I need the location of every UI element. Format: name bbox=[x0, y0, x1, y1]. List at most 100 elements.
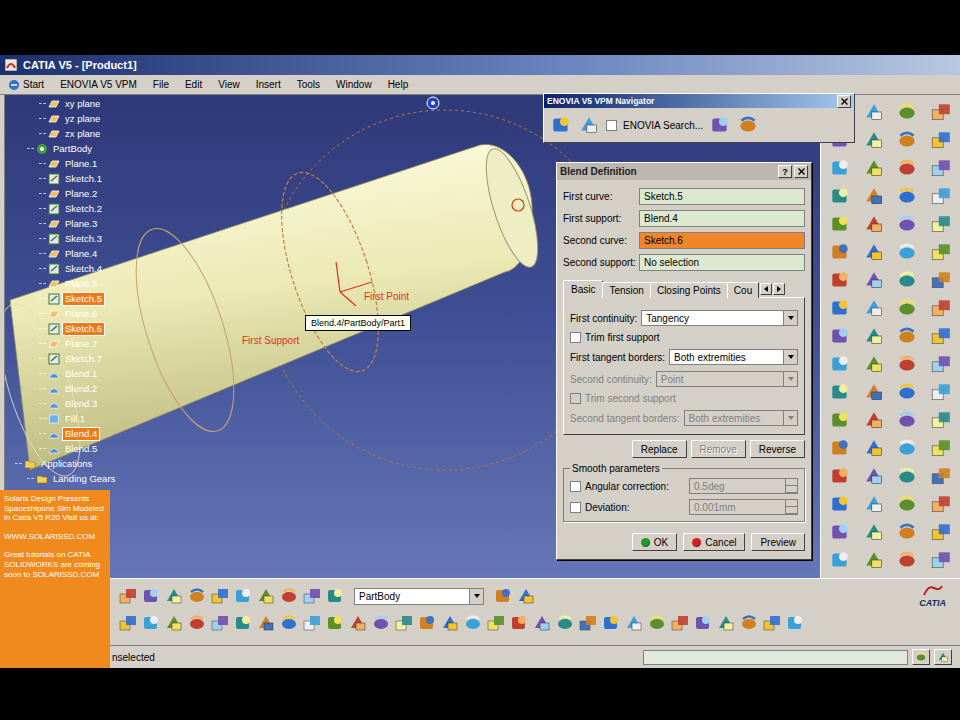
tool-icon[interactable] bbox=[896, 409, 918, 431]
tool-icon[interactable] bbox=[930, 101, 952, 123]
tool-icon[interactable] bbox=[930, 269, 952, 291]
tool-icon[interactable] bbox=[210, 613, 230, 633]
menu-item[interactable]: Tools bbox=[297, 79, 320, 90]
tool-icon[interactable] bbox=[118, 613, 138, 633]
tree-item[interactable]: Sketch.1 bbox=[9, 171, 118, 186]
tree-item[interactable]: Blend.1 bbox=[9, 366, 118, 381]
help-button[interactable]: ? bbox=[778, 165, 792, 178]
tool-icon[interactable] bbox=[863, 521, 885, 543]
tool-icon[interactable] bbox=[829, 409, 851, 431]
tree-label[interactable]: Blend.5 bbox=[62, 442, 100, 456]
tool-icon[interactable] bbox=[601, 613, 621, 633]
tool-icon[interactable] bbox=[829, 241, 851, 263]
tree-item[interactable]: Sketch.6 bbox=[9, 321, 118, 336]
search-checkbox[interactable] bbox=[606, 120, 617, 131]
tool-icon[interactable] bbox=[555, 613, 575, 633]
tab-scroll-left-button[interactable] bbox=[760, 283, 772, 295]
tree-label[interactable]: Applications bbox=[38, 457, 95, 471]
tool-icon[interactable] bbox=[233, 586, 253, 606]
search-label[interactable]: ENOVIA Search... bbox=[623, 120, 703, 131]
tool-icon[interactable] bbox=[829, 213, 851, 235]
tree-label[interactable]: Sketch.4 bbox=[62, 262, 105, 276]
checkbox[interactable] bbox=[570, 502, 581, 513]
tree-item[interactable]: PartBody bbox=[9, 141, 118, 156]
close-button[interactable] bbox=[794, 165, 808, 178]
tool-icon[interactable] bbox=[829, 381, 851, 403]
tool-icon[interactable] bbox=[550, 114, 572, 136]
tool-icon[interactable] bbox=[302, 613, 322, 633]
tool-icon[interactable] bbox=[896, 213, 918, 235]
tool-icon[interactable] bbox=[829, 297, 851, 319]
tree-item[interactable]: Blend.4 bbox=[9, 426, 118, 441]
tool-icon[interactable] bbox=[394, 613, 414, 633]
part-select[interactable]: PartBody bbox=[354, 588, 484, 605]
tool-icon[interactable] bbox=[930, 157, 952, 179]
tree-item[interactable]: Plane.3 bbox=[9, 216, 118, 231]
tree-item[interactable]: Blend.2 bbox=[9, 381, 118, 396]
tool-icon[interactable] bbox=[693, 613, 713, 633]
tool-icon[interactable] bbox=[863, 241, 885, 263]
tool-icon[interactable] bbox=[863, 465, 885, 487]
tool-icon[interactable] bbox=[578, 114, 600, 136]
tree-item[interactable]: yz plane bbox=[9, 111, 118, 126]
tool-icon[interactable] bbox=[118, 586, 138, 606]
tool-icon[interactable] bbox=[930, 493, 952, 515]
tree-label[interactable]: Sketch.5 bbox=[62, 292, 105, 306]
fuselage-surface[interactable] bbox=[10, 144, 532, 470]
tool-icon[interactable] bbox=[509, 613, 529, 633]
section-curve[interactable] bbox=[262, 161, 399, 382]
tool-icon[interactable] bbox=[829, 437, 851, 459]
selection-field[interactable]: No selection bbox=[639, 254, 805, 271]
tool-icon[interactable] bbox=[930, 437, 952, 459]
tool-icon[interactable] bbox=[896, 241, 918, 263]
tool-icon[interactable] bbox=[829, 549, 851, 571]
action-button[interactable]: Replace bbox=[632, 440, 687, 458]
tool-icon[interactable] bbox=[256, 613, 276, 633]
navigator-title[interactable]: ENOVIA V5 VPM Navigator bbox=[544, 94, 854, 108]
tool-icon[interactable] bbox=[279, 613, 299, 633]
selection-field[interactable]: Sketch.6 bbox=[639, 232, 805, 249]
tool-icon[interactable] bbox=[417, 613, 437, 633]
tree-item[interactable]: Sketch.3 bbox=[9, 231, 118, 246]
menu-item[interactable]: View bbox=[218, 79, 240, 90]
checkbox[interactable] bbox=[570, 481, 581, 492]
tool-icon[interactable] bbox=[829, 325, 851, 347]
tree-item[interactable]: Sketch.5 bbox=[9, 291, 118, 306]
tool-icon[interactable] bbox=[371, 613, 391, 633]
tool-icon[interactable] bbox=[930, 521, 952, 543]
tool-icon[interactable] bbox=[863, 297, 885, 319]
menu-item[interactable]: ENOVIA V5 VPM bbox=[60, 79, 137, 90]
tool-icon[interactable] bbox=[930, 297, 952, 319]
tree-item[interactable]: Plane.2 bbox=[9, 186, 118, 201]
navigator-toolbar[interactable]: ENOVIA V5 VPM Navigator ENOVIA Search... bbox=[543, 93, 855, 143]
tool-icon[interactable] bbox=[187, 586, 207, 606]
tree-item[interactable]: Plane.4 bbox=[9, 246, 118, 261]
tool-icon[interactable] bbox=[930, 381, 952, 403]
tool-icon[interactable] bbox=[863, 437, 885, 459]
tab[interactable]: Cou bbox=[727, 282, 759, 298]
tree-label[interactable]: Sketch.2 bbox=[62, 202, 105, 216]
tool-icon[interactable] bbox=[863, 381, 885, 403]
tool-icon[interactable] bbox=[164, 613, 184, 633]
dialog-button[interactable]: Preview bbox=[751, 533, 805, 551]
tree-label[interactable]: Plane.6 bbox=[62, 307, 100, 321]
tree-label[interactable]: Plane.7 bbox=[62, 337, 100, 351]
tree-label[interactable]: yz plane bbox=[62, 112, 103, 126]
tree-item[interactable]: Landing Gears bbox=[9, 471, 118, 486]
tool-icon[interactable] bbox=[670, 613, 690, 633]
tool-icon[interactable] bbox=[325, 613, 345, 633]
tool-icon[interactable] bbox=[863, 409, 885, 431]
tree-label[interactable]: Blend.2 bbox=[62, 382, 100, 396]
tool-icon[interactable] bbox=[896, 465, 918, 487]
tree-item[interactable]: Plane.5 bbox=[9, 276, 118, 291]
tree-item[interactable]: Sketch.4 bbox=[9, 261, 118, 276]
tool-icon[interactable] bbox=[863, 157, 885, 179]
tree-item[interactable]: Blend.3 bbox=[9, 396, 118, 411]
tree-item[interactable]: Plane.7 bbox=[9, 336, 118, 351]
tree-label[interactable]: Sketch.6 bbox=[62, 322, 105, 336]
tab[interactable]: Closing Points bbox=[650, 282, 728, 298]
tree-label[interactable]: Sketch.7 bbox=[62, 352, 105, 366]
section-curve[interactable] bbox=[116, 217, 254, 442]
tool-icon[interactable] bbox=[863, 353, 885, 375]
tool-icon[interactable] bbox=[930, 465, 952, 487]
